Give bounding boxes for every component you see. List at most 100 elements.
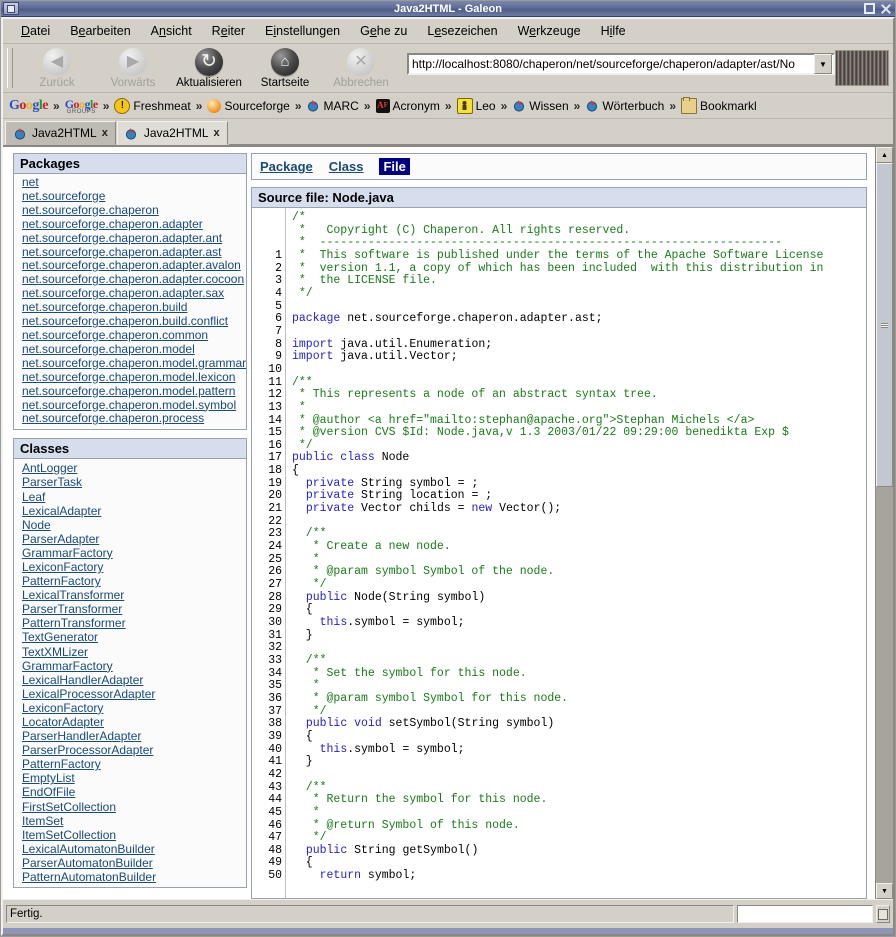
package-link-13[interactable]: net.sourceforge.chaperon.model.grammar [22, 357, 242, 371]
menu-hilfe[interactable]: Hilfe [591, 21, 636, 41]
bookmark-marc[interactable]: MARC [305, 99, 361, 113]
menu-datei[interactable]: Datei [11, 21, 60, 41]
navigation-toolbar: ◀ Zurück ▶ Vorwärts ↻ Aktualisieren ⌂ St… [3, 44, 893, 93]
package-link-1[interactable]: net.sourceforge [22, 190, 242, 204]
nav-file-link[interactable]: File [379, 158, 409, 175]
class-link-2[interactable]: Leaf [22, 490, 242, 504]
menu-ansicht[interactable]: Ansicht [141, 21, 202, 41]
class-link-18[interactable]: LocatorAdapter [22, 715, 242, 729]
tab-close-icon[interactable]: x [102, 127, 108, 139]
class-link-7[interactable]: LexiconFactory [22, 560, 242, 574]
class-link-4[interactable]: Node [22, 518, 242, 532]
class-link-10[interactable]: ParserTransformer [22, 602, 242, 616]
bookmark-wissen[interactable]: Wissen [510, 99, 570, 113]
menu-reiter[interactable]: Reiter [202, 21, 255, 41]
stop-button[interactable]: ✕ Abbrechen [323, 48, 399, 89]
package-link-14[interactable]: net.sourceforge.chaperon.model.lexicon [22, 371, 242, 385]
url-dropdown-button[interactable]: ▼ [814, 54, 832, 74]
class-link-12[interactable]: TextGenerator [22, 630, 242, 644]
class-link-26[interactable]: ItemSetCollection [22, 828, 242, 842]
class-link-5[interactable]: ParserAdapter [22, 532, 242, 546]
package-link-12[interactable]: net.sourceforge.chaperon.model [22, 343, 242, 357]
url-input[interactable] [409, 55, 814, 73]
menu-lesezeichen[interactable]: Lesezeichen [417, 21, 507, 41]
package-link-17[interactable]: net.sourceforge.chaperon.process [22, 412, 242, 426]
bookmark-sourceforge[interactable]: Sourceforge [205, 99, 291, 113]
package-link-9[interactable]: net.sourceforge.chaperon.build [22, 301, 242, 315]
package-link-4[interactable]: net.sourceforge.chaperon.adapter.ant [22, 232, 242, 246]
menu-bearbeiten[interactable]: Bearbeiten [60, 21, 140, 41]
bookmark-acronym[interactable]: AF Acronym [374, 99, 442, 113]
home-button[interactable]: ⌂ Startseite [247, 48, 323, 89]
package-link-16[interactable]: net.sourceforge.chaperon.model.symbol [22, 399, 242, 413]
class-link-9[interactable]: LexicalTransformer [22, 588, 242, 602]
source-file-header: Source file: Node.java [252, 188, 866, 208]
nav-package-link[interactable]: Package [260, 159, 313, 174]
bookmark-folder-bookmarklets[interactable]: Bookmarkl [679, 98, 759, 114]
package-link-6[interactable]: net.sourceforge.chaperon.adapter.avalon [22, 259, 242, 273]
acronym-icon: AF [376, 99, 390, 113]
scroll-up-button[interactable]: ▲ [876, 147, 893, 163]
package-link-11[interactable]: net.sourceforge.chaperon.common [22, 329, 242, 343]
class-link-29[interactable]: PatternAutomatonBuilder [22, 870, 242, 884]
nav-class-link[interactable]: Class [329, 159, 364, 174]
package-link-8[interactable]: net.sourceforge.chaperon.adapter.sax [22, 287, 242, 301]
packages-panel: Packages netnet.sourceforgenet.sourcefor… [13, 153, 247, 430]
forward-button[interactable]: ▶ Vorwärts [95, 48, 171, 89]
status-bar: Fertig. [3, 899, 893, 928]
scrollbar-thumb[interactable] [876, 163, 893, 487]
tab-close-icon[interactable]: x [214, 127, 220, 139]
maximize-button[interactable] [863, 2, 876, 15]
package-link-2[interactable]: net.sourceforge.chaperon [22, 204, 242, 218]
back-button[interactable]: ◀ Zurück [19, 48, 95, 89]
galeon-icon [307, 99, 321, 113]
class-link-13[interactable]: TextXMLizer [22, 645, 242, 659]
class-link-16[interactable]: LexicalProcessorAdapter [22, 687, 242, 701]
scrollbar-track[interactable] [876, 163, 893, 883]
bookmark-woerterbuch[interactable]: Wörterbuch [583, 99, 666, 113]
window-bottom-strip [3, 928, 893, 934]
class-link-20[interactable]: ParserProcessorAdapter [22, 743, 242, 757]
class-link-17[interactable]: LexiconFactory [22, 701, 242, 715]
class-link-15[interactable]: LexicalHandlerAdapter [22, 673, 242, 687]
class-link-28[interactable]: ParserAutomatonBuilder [22, 856, 242, 870]
package-link-3[interactable]: net.sourceforge.chaperon.adapter [22, 218, 242, 232]
bookmark-google[interactable]: Google [7, 98, 50, 114]
main-content: Package Class File Source file: Node.jav… [251, 153, 875, 899]
class-link-19[interactable]: ParserHandlerAdapter [22, 729, 242, 743]
tab-java2html-2[interactable]: Java2HTML x [117, 121, 228, 145]
reload-button[interactable]: ↻ Aktualisieren [171, 48, 247, 89]
menu-einstellungen[interactable]: Einstellungen [255, 21, 350, 41]
class-link-11[interactable]: PatternTransformer [22, 616, 242, 630]
bookmark-google-groups[interactable]: Google GROUPS [63, 97, 100, 115]
package-link-0[interactable]: net [22, 176, 242, 190]
scroll-down-button[interactable]: ▼ [876, 883, 893, 899]
package-link-10[interactable]: net.sourceforge.chaperon.build.conflict [22, 315, 242, 329]
page-scrollbar[interactable]: ▲ ▼ [875, 147, 893, 899]
tab-java2html-1[interactable]: Java2HTML x [5, 121, 116, 145]
google-logo-icon: Google [9, 98, 48, 114]
package-link-5[interactable]: net.sourceforge.chaperon.adapter.ast [22, 246, 242, 260]
class-link-22[interactable]: EmptyList [22, 771, 242, 785]
bookmark-leo[interactable]: Leo [455, 98, 498, 114]
class-link-21[interactable]: PatternFactory [22, 757, 242, 771]
bookmark-freshmeat[interactable]: ! Freshmeat [112, 98, 192, 114]
class-link-8[interactable]: PatternFactory [22, 574, 242, 588]
class-link-0[interactable]: AntLogger [22, 461, 242, 475]
class-link-23[interactable]: EndOfFile [22, 785, 242, 799]
toolbar-grip[interactable] [7, 48, 13, 88]
class-link-14[interactable]: GrammarFactory [22, 659, 242, 673]
menu-werkzeuge[interactable]: Werkzeuge [508, 21, 591, 41]
class-link-24[interactable]: FirstSetCollection [22, 800, 242, 814]
package-link-7[interactable]: net.sourceforge.chaperon.adapter.cocoon [22, 273, 242, 287]
package-link-15[interactable]: net.sourceforge.chaperon.model.pattern [22, 385, 242, 399]
close-button[interactable] [879, 2, 892, 15]
menu-gehe-zu[interactable]: Gehe zu [350, 21, 417, 41]
home-button-label: Startseite [261, 77, 310, 89]
class-link-25[interactable]: ItemSet [22, 814, 242, 828]
resize-grip-icon[interactable] [876, 905, 890, 923]
class-link-6[interactable]: GrammarFactory [22, 546, 242, 560]
class-link-1[interactable]: ParserTask [22, 475, 242, 489]
class-link-27[interactable]: LexicalAutomatonBuilder [22, 842, 242, 856]
class-link-3[interactable]: LexicalAdapter [22, 504, 242, 518]
